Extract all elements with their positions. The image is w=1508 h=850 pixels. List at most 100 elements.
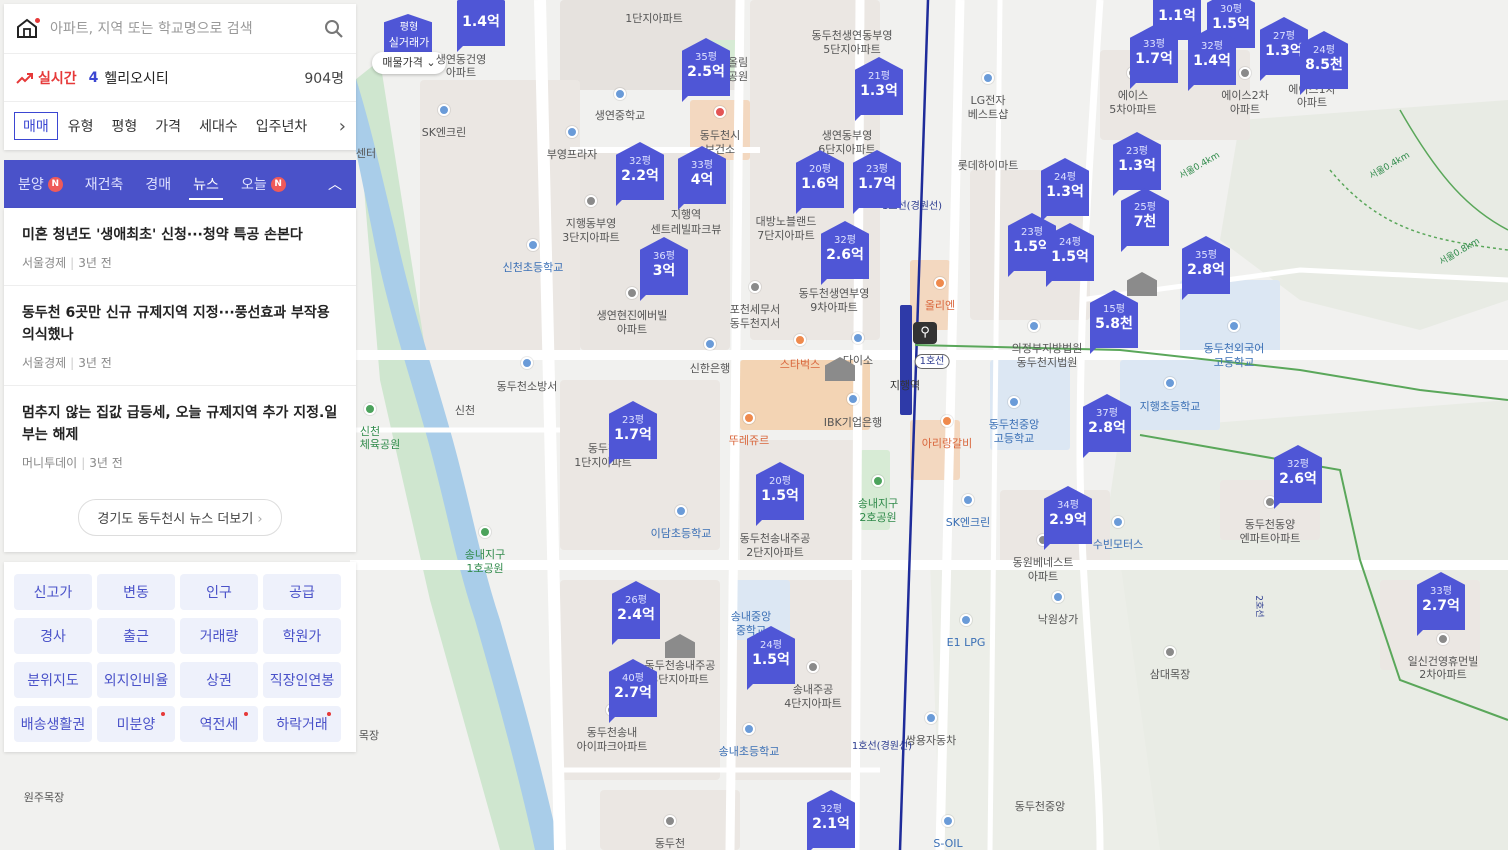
- apartment-price-marker[interactable]: 24평 1.5억: [747, 626, 795, 690]
- search-icon[interactable]: [324, 19, 344, 39]
- poi-pin-icon[interactable]: [1008, 396, 1020, 408]
- map-place-label[interactable]: 2차아파트: [1419, 668, 1466, 681]
- poi-pin-icon[interactable]: [941, 415, 953, 427]
- poi-pin-icon[interactable]: [438, 104, 450, 116]
- map-place-label[interactable]: 아파트: [617, 323, 647, 336]
- map-place-label[interactable]: 베스트샵: [968, 108, 1008, 121]
- layer-button-academy[interactable]: 학원가: [263, 618, 341, 654]
- poi-pin-icon[interactable]: [749, 281, 761, 293]
- map-place-label[interactable]: 목장: [359, 729, 379, 742]
- map-place-label[interactable]: 동두천외국어: [1204, 342, 1265, 355]
- map-place-label[interactable]: 신천초등학교: [503, 261, 564, 274]
- apartment-price-marker[interactable]: 24평 1.3억: [1041, 158, 1089, 222]
- map-place-label[interactable]: S-OIL: [933, 837, 962, 850]
- map-place-label[interactable]: 삼대목장: [1150, 668, 1190, 681]
- map-place-label[interactable]: 동두천동양: [1245, 518, 1296, 531]
- map-place-label[interactable]: 동두천지서: [730, 317, 781, 330]
- poi-pin-icon[interactable]: [1228, 320, 1240, 332]
- map-place-label[interactable]: E1 LPG: [947, 636, 986, 649]
- apartment-price-marker[interactable]: 37평 2.8억: [1083, 394, 1131, 458]
- poi-pin-icon[interactable]: [852, 332, 864, 344]
- apartment-price-marker[interactable]: 33평 1.7억: [1130, 25, 1178, 89]
- map-place-label[interactable]: 2호선: [1251, 595, 1265, 618]
- poi-pin-icon[interactable]: [872, 475, 884, 487]
- chevron-up-icon[interactable]: ︿: [328, 174, 342, 194]
- filter-price[interactable]: 가격: [147, 113, 189, 139]
- poi-pin-icon[interactable]: [626, 287, 638, 299]
- map-place-label[interactable]: 아파트: [1028, 570, 1058, 583]
- apartment-price-marker[interactable]: 24평 1.5억: [1046, 223, 1094, 287]
- poi-pin-icon[interactable]: [807, 661, 819, 673]
- map-place-label[interactable]: 동원베네스트: [1013, 556, 1074, 569]
- map-place-label[interactable]: SK엔크린: [946, 516, 991, 529]
- apartment-price-marker[interactable]: 21평 1.3억: [855, 57, 903, 121]
- layer-button-unsold[interactable]: 미분양: [97, 706, 175, 742]
- map-place-label[interactable]: 의정부지방법원: [1012, 342, 1083, 355]
- map-place-label[interactable]: 9차아파트: [810, 301, 857, 314]
- layer-button-outsider-ratio[interactable]: 외지인비율: [97, 662, 175, 698]
- filter-trade-type[interactable]: 매매: [14, 112, 58, 140]
- map-place-label[interactable]: 에이스: [1118, 89, 1148, 102]
- apartment-price-marker[interactable]: 32평 2.1억: [807, 790, 855, 850]
- map-place-label[interactable]: 고등학교: [1214, 356, 1254, 369]
- map-place-label[interactable]: 올림: [728, 56, 748, 69]
- filter-type[interactable]: 유형: [60, 113, 102, 139]
- map-place-label[interactable]: 동두천중앙: [989, 418, 1040, 431]
- filter-households[interactable]: 세대수: [191, 113, 246, 139]
- map-place-label[interactable]: 동두천소방서: [497, 380, 558, 393]
- apartment-price-marker[interactable]: 34평 2.9억: [1044, 486, 1092, 550]
- apartment-price-marker[interactable]: 32평 2.6억: [821, 221, 869, 285]
- map-place-label[interactable]: 1호공원: [466, 562, 503, 575]
- home-icon[interactable]: [16, 17, 40, 41]
- news-title[interactable]: 동두천 6곳만 신규 규제지역 지정···풍선효과 부작용 의식했나: [22, 302, 338, 346]
- layer-button-slope[interactable]: 경사: [14, 618, 92, 654]
- poi-pin-icon[interactable]: [982, 72, 994, 84]
- poi-pin-icon[interactable]: [925, 712, 937, 724]
- map-place-label[interactable]: 동두천: [655, 837, 685, 850]
- poi-pin-icon[interactable]: [614, 88, 626, 100]
- layer-button-price-drop[interactable]: 하락거래: [263, 706, 341, 742]
- map-place-label[interactable]: 5단지아파트: [823, 43, 881, 56]
- apartment-price-marker[interactable]: 20평 1.5억: [756, 462, 804, 526]
- map-place-label[interactable]: 2단지아파트: [746, 546, 804, 559]
- poi-pin-icon[interactable]: [1164, 646, 1176, 658]
- news-title[interactable]: 미혼 청년도 '생애최초' 신청···청약 특공 손본다: [22, 224, 338, 246]
- map-place-label[interactable]: 체육공원: [360, 438, 400, 451]
- map-place-label[interactable]: 에이스2차: [1221, 89, 1268, 102]
- poi-pin-icon[interactable]: [794, 334, 806, 346]
- poi-pin-icon[interactable]: [962, 494, 974, 506]
- map-place-label[interactable]: 센터: [356, 147, 376, 160]
- map-place-label[interactable]: SK엔크린: [422, 126, 467, 139]
- map-place-label[interactable]: 대방노블랜드: [756, 215, 817, 228]
- news-item[interactable]: 멈추지 않는 집값 급등세, 오늘 규제지역 추가 지정.일부는 해제 머니투데…: [4, 386, 356, 485]
- subway-station-icon[interactable]: ⚲: [913, 322, 937, 344]
- tab-news[interactable]: 뉴스: [189, 160, 223, 208]
- map-place-label[interactable]: 생연중학교: [595, 109, 646, 122]
- layer-button-volume[interactable]: 거래량: [180, 618, 258, 654]
- tab-today[interactable]: 오늘 N: [241, 160, 286, 208]
- map-place-label[interactable]: 생연동부영: [822, 129, 873, 142]
- layer-button-salary[interactable]: 직장인연봉: [263, 662, 341, 698]
- apartment-price-marker[interactable]: 24평 8.5천: [1300, 31, 1348, 95]
- map-place-label[interactable]: 지행동부영: [566, 217, 617, 230]
- map-place-label[interactable]: 아파트: [1297, 96, 1327, 109]
- map-place-label[interactable]: 3단지아파트: [651, 673, 709, 686]
- layer-button-reverse-lease[interactable]: 역전세: [180, 706, 258, 742]
- layer-button-commute[interactable]: 출근: [97, 618, 175, 654]
- poi-pin-icon[interactable]: [942, 815, 954, 827]
- map-place-label[interactable]: 동두천중앙: [1015, 800, 1066, 813]
- apartment-price-marker[interactable]: 23평 1.7억: [609, 401, 657, 465]
- map-place-label[interactable]: 신천: [360, 425, 380, 438]
- poi-pin-icon[interactable]: [566, 126, 578, 138]
- map-place-label[interactable]: 생연동건영: [436, 53, 487, 66]
- map-place-label[interactable]: 아파트: [446, 66, 476, 79]
- poi-pin-icon[interactable]: [479, 526, 491, 538]
- apartment-price-marker[interactable]: 26평 2.4억: [612, 581, 660, 645]
- search-input[interactable]: [50, 20, 324, 37]
- map-place-label[interactable]: 신천: [455, 404, 475, 417]
- layer-button-commercial[interactable]: 상권: [180, 662, 258, 698]
- map-place-label[interactable]: 엔파트아파트: [1240, 532, 1301, 545]
- chevron-right-icon[interactable]: ›: [339, 116, 346, 137]
- poi-pin-icon[interactable]: [364, 403, 376, 415]
- map-place-label[interactable]: 1호선: [914, 354, 950, 369]
